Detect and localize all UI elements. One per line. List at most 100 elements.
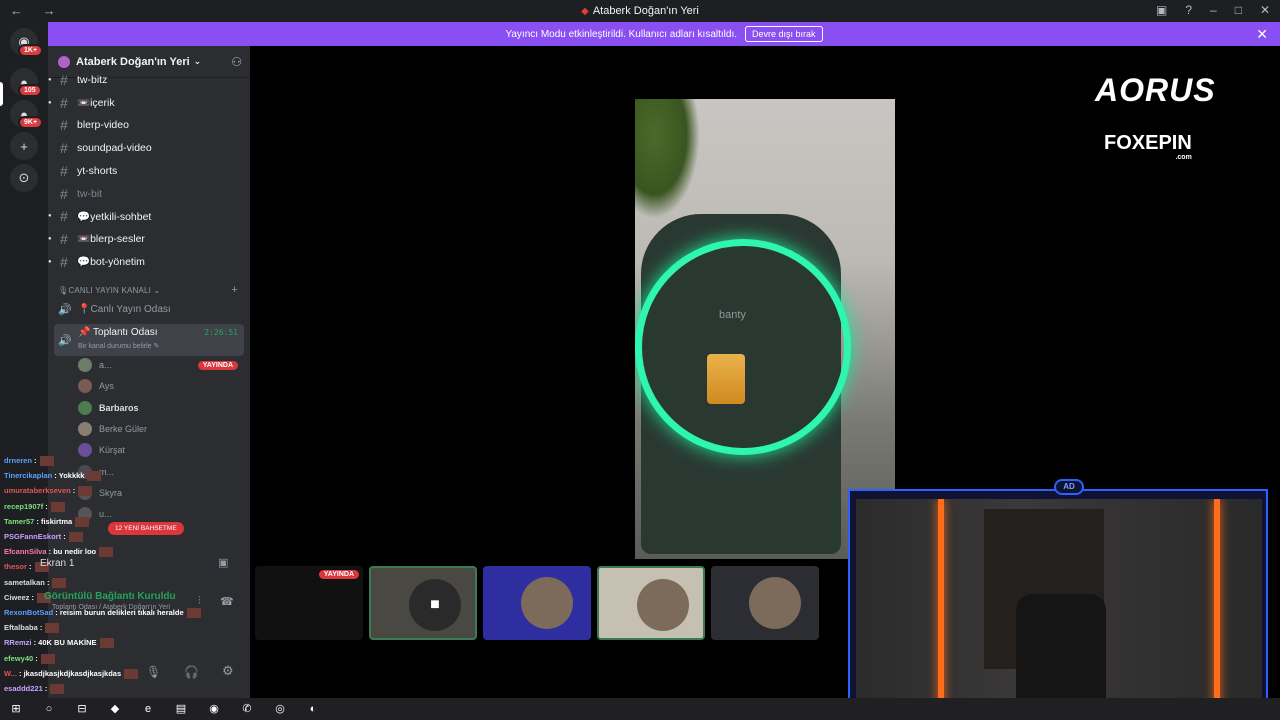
headphones-icon[interactable]: 🎧 — [184, 665, 199, 679]
emote-icon — [50, 684, 65, 695]
discord-icon[interactable]: ◐ — [305, 701, 321, 717]
disconnect-icon[interactable]: ☎ — [220, 595, 234, 608]
server-name: Ataberk Doğan'ın Yeri — [76, 55, 190, 68]
cast-icon[interactable]: ▣ — [1156, 3, 1167, 17]
chat-username: drneren — [4, 456, 32, 465]
webcam-overlay: AD — [848, 479, 1268, 717]
copilot-icon[interactable]: ◆ — [107, 701, 123, 717]
hash-icon: # — [60, 140, 68, 157]
chat-username: PSGFannEskort — [4, 532, 62, 541]
participant-avatar — [749, 577, 801, 629]
chat-message: efewy40 : — [4, 654, 55, 664]
chat-message: Tamer57 : fiskirtma — [4, 517, 90, 527]
foxepin-dotcom: .com — [1175, 154, 1192, 161]
screen-label: Ekran 1 — [40, 558, 75, 569]
avatar — [78, 421, 92, 436]
participant-avatar — [637, 579, 689, 631]
explore-icon[interactable]: ⊙ — [10, 164, 38, 192]
neon-light-right — [1214, 499, 1220, 709]
speaker-icon: 🔊 — [58, 303, 72, 316]
participant-tile[interactable] — [597, 566, 705, 640]
voice-member[interactable]: Berke Güler — [78, 420, 244, 438]
search-icon[interactable]: ○ — [41, 701, 57, 717]
close-icon[interactable]: ✕ — [1256, 26, 1268, 43]
unread-dot-icon: ● — [48, 235, 52, 242]
voice-channel[interactable]: 🔊 📍Canlı Yayın Odası — [54, 300, 244, 318]
member-name: a... — [99, 360, 112, 370]
channel-item[interactable]: ● # tw-bitz — [48, 70, 250, 90]
chat-message: PSGFannEskort : — [4, 532, 83, 543]
chat-message: W... : jkasdjkasjkdjkasdjkasjkdas — [4, 668, 139, 679]
hash-icon: # — [60, 230, 68, 247]
windows-icon[interactable]: ⊞ — [8, 701, 24, 717]
webcam-feed — [856, 499, 1262, 709]
voice-member[interactable]: Barbaros — [78, 399, 244, 417]
channel-item[interactable]: ● # 💬yetkili-sohbet — [48, 206, 250, 226]
channel-item[interactable]: # blerp-video — [48, 115, 250, 135]
microphone-icon[interactable]: 🎙 — [146, 665, 161, 679]
participant-tile[interactable]: ■ — [369, 566, 477, 640]
add-channel-icon[interactable]: + — [231, 284, 238, 296]
hash-icon: # — [60, 94, 68, 111]
unread-dot-icon: ● — [48, 213, 52, 220]
disable-streamer-mode-button[interactable]: Devre dışı bırak — [745, 26, 823, 42]
screen-share-icon[interactable]: ▣ — [218, 556, 228, 569]
title-bar: ← → ◆ Ataberk Doğan'ın Yeri ▣? – □ ✕ — [0, 0, 1280, 22]
chat-text: : — [70, 486, 76, 496]
aorus-logo: AORUS — [1095, 72, 1216, 108]
emote-icon — [124, 668, 139, 679]
chat-text: : Yokkkk — [52, 471, 85, 481]
participant-tile[interactable] — [711, 566, 819, 640]
camera-icon: ■ — [409, 579, 461, 631]
invite-people-icon[interactable]: ⚇ — [231, 55, 242, 69]
banner-text: Yayıncı Modu etkinleştirildi. Kullanıcı … — [505, 28, 738, 40]
channel-item[interactable]: # tw-bit — [48, 184, 250, 204]
emote-icon — [78, 486, 93, 497]
taskview-icon[interactable]: ⊟ — [74, 701, 90, 717]
server-unread-badge: 9K+ — [18, 116, 44, 129]
chat-text: : — [61, 532, 66, 541]
channel-label: tw-bitz — [77, 74, 108, 86]
edge-icon[interactable]: e — [140, 701, 156, 717]
new-mentions-badge[interactable]: 12 YENİ BAHSETME — [108, 522, 184, 535]
minimize-icon[interactable]: – — [1210, 3, 1217, 17]
add-server-icon[interactable]: + — [10, 132, 38, 160]
channel-status[interactable]: Bir kanal durumu belirle ✎ — [78, 342, 159, 350]
settings-gear-icon[interactable]: ⚙ — [222, 663, 234, 679]
participant-tile[interactable] — [483, 566, 591, 640]
hash-icon: # — [60, 185, 68, 202]
channel-item[interactable]: # soundpad-video — [48, 138, 250, 158]
channel-label: 💬bot-yönetim — [77, 256, 145, 269]
channel-item[interactable]: ● # 📼içerik — [48, 93, 250, 113]
chrome-icon[interactable]: ◉ — [206, 701, 222, 717]
member-name: Ays — [99, 381, 114, 392]
chat-text: : — [33, 653, 38, 663]
channel-label: yt-shorts — [77, 164, 118, 177]
channel-label: 📼içerik — [77, 97, 115, 110]
voice-member[interactable]: Ays — [78, 377, 244, 395]
channel-item[interactable]: # yt-shorts — [48, 161, 250, 181]
voice-channel[interactable]: 🔊 📌 Toplantı Odası Bir kanal durumu belirl… — [54, 324, 244, 356]
channel-item[interactable]: ● # 💬bot-yönetim — [48, 252, 250, 272]
chat-message: recep1907f : — [4, 502, 65, 512]
call-timer: 2:26:51 — [204, 328, 238, 337]
neon-light-left — [938, 499, 944, 709]
chat-text: : — [42, 684, 48, 693]
obs-icon[interactable]: ◎ — [272, 701, 288, 717]
help-icon[interactable]: ? — [1185, 3, 1192, 17]
close-icon[interactable]: ✕ — [1260, 3, 1270, 17]
participant-tile[interactable]: YAYINDA — [255, 566, 363, 640]
whatsapp-icon[interactable]: ✆ — [239, 701, 255, 717]
juice-cup-image — [707, 354, 745, 404]
channel-item[interactable]: ● # 📼blerp-sesler — [48, 229, 250, 249]
live-badge: YAYINDA — [197, 360, 238, 370]
voice-member[interactable]: a... YAYINDA — [78, 356, 244, 374]
streamer-logo-icon: AD — [1054, 479, 1084, 495]
emote-icon — [50, 501, 65, 512]
channel-label: 📼blerp-sesler — [77, 233, 145, 246]
server-unread-badge: 1K+ — [18, 44, 44, 57]
maximize-icon[interactable]: □ — [1235, 3, 1242, 17]
speaker-icon: 🔊 — [58, 334, 72, 347]
category-header[interactable]: 🎙CANLI YAYIN KANALI ⌄ + — [58, 284, 244, 296]
files-icon[interactable]: ▤ — [173, 701, 189, 717]
